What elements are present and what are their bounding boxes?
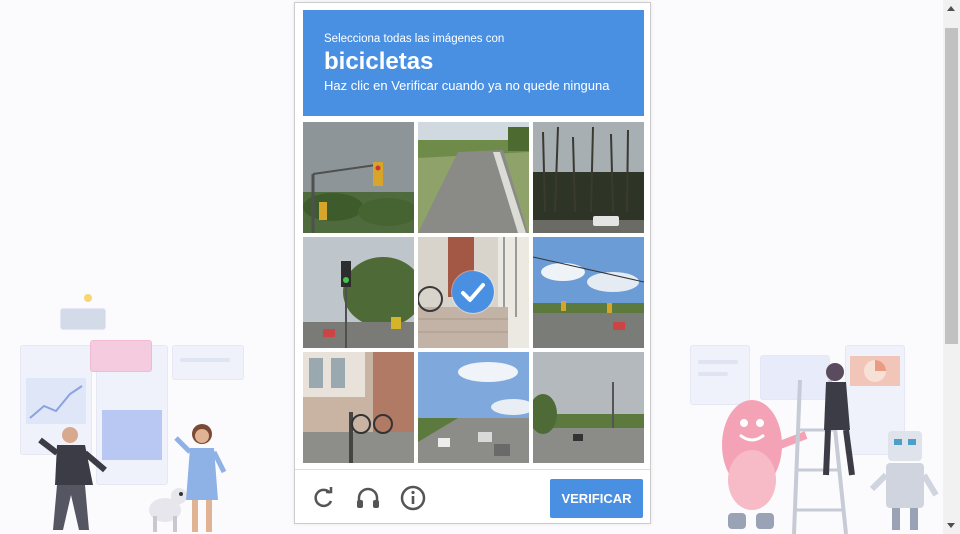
captcha-header: Selecciona todas las imágenes con bicicl… [303, 10, 644, 116]
target-object-label: bicicletas [324, 48, 434, 75]
reload-icon[interactable] [308, 483, 338, 513]
captcha-footer: VERIFICAR [295, 469, 650, 524]
scrollbar[interactable] [943, 0, 960, 534]
image-tile[interactable] [303, 352, 414, 463]
image-tile[interactable] [303, 122, 414, 233]
verify-button[interactable]: VERIFICAR [550, 479, 643, 518]
scroll-down-icon[interactable] [947, 523, 955, 528]
captcha-dialog: Selecciona todas las imágenes con bicicl… [294, 2, 651, 524]
scroll-up-icon[interactable] [947, 6, 955, 11]
image-tile[interactable] [533, 122, 644, 233]
headphones-icon[interactable] [353, 483, 383, 513]
image-tile[interactable] [418, 352, 529, 463]
instruction-text: Selecciona todas las imágenes con [324, 33, 505, 45]
image-tile[interactable] [303, 237, 414, 348]
page-background: Selecciona todas las imágenes con bicicl… [0, 0, 960, 534]
image-tile[interactable] [533, 352, 644, 463]
image-tile[interactable] [418, 122, 529, 233]
instruction-subtext: Haz clic en Verificar cuando ya no quede… [324, 78, 610, 93]
image-tile-selected[interactable] [418, 237, 529, 348]
image-grid [303, 122, 644, 463]
checkmark-icon [452, 271, 494, 313]
scrollbar-thumb[interactable] [945, 28, 958, 344]
image-tile[interactable] [533, 237, 644, 348]
info-icon[interactable] [398, 483, 428, 513]
